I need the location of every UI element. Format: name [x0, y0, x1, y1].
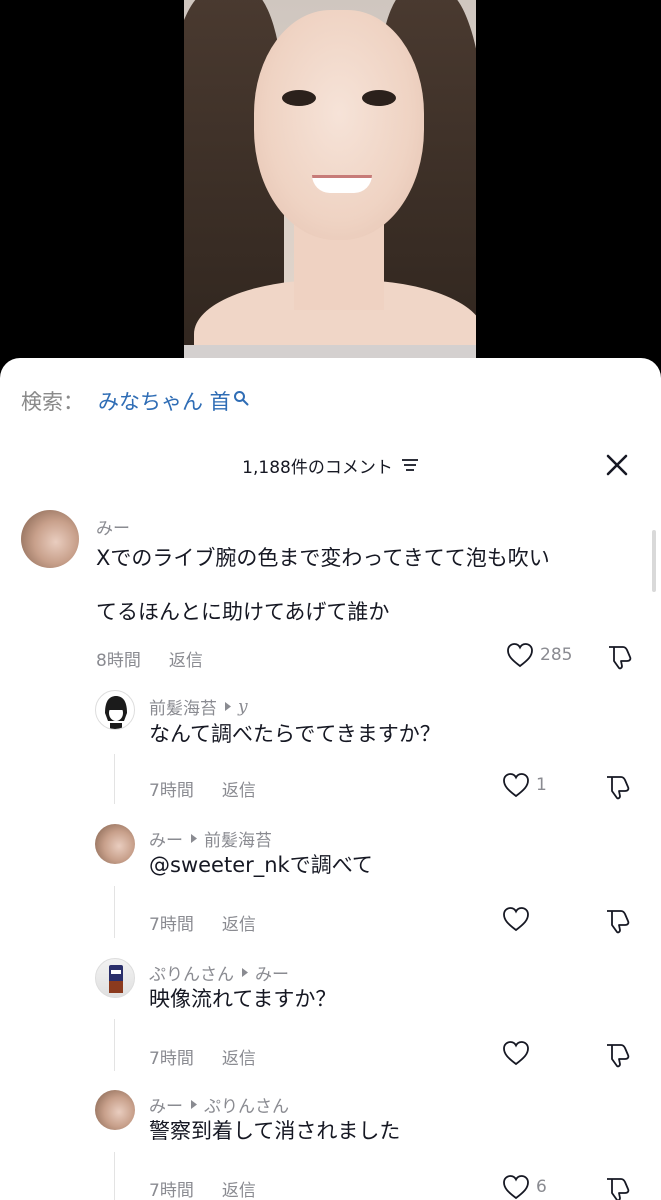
reply-meta: 7時間 返信	[149, 1044, 256, 1069]
heart-icon	[503, 1041, 529, 1066]
comments-header: 1,188件のコメント	[0, 450, 661, 480]
scrollbar[interactable]	[652, 530, 656, 592]
like-count: 6	[536, 1177, 547, 1197]
comment-time: 8時間	[96, 651, 141, 671]
reply-text: 映像流れてますか？	[149, 987, 337, 1011]
like-button[interactable]	[502, 1040, 530, 1066]
heart-icon	[503, 773, 529, 798]
comments-sheet: 検索： みなちゃん 首 1,188件のコメント みー Xでのライブ腕の色まで変わ…	[0, 358, 661, 1200]
comment-text: Xでのライブ腕の色まで変わってきてて泡も吹い	[96, 546, 550, 570]
video-face	[254, 10, 424, 240]
video-eye-left	[282, 90, 316, 106]
reply-text: 警察到着して消されました	[149, 1119, 401, 1143]
avatar[interactable]	[95, 824, 135, 864]
like-button[interactable]: 1	[502, 772, 547, 798]
like-count: 285	[540, 645, 573, 665]
thread-line	[114, 886, 115, 938]
reply-time: 7時間	[149, 915, 194, 935]
avatar[interactable]	[21, 510, 79, 568]
reply-button[interactable]: 返信	[222, 1044, 256, 1069]
dislike-icon[interactable]	[604, 773, 632, 801]
video-frame	[184, 0, 476, 380]
avatar[interactable]	[95, 958, 135, 998]
dislike-icon[interactable]	[604, 1041, 632, 1069]
reply-button[interactable]: 返信	[222, 1176, 256, 1200]
reply-button[interactable]: 返信	[169, 646, 203, 671]
avatar[interactable]	[95, 690, 135, 730]
like-count: 1	[536, 775, 547, 795]
heart-icon	[507, 643, 533, 668]
avatar-illustration	[105, 696, 127, 729]
avatar[interactable]	[95, 1090, 135, 1130]
search-suggestion[interactable]: 検索： みなちゃん 首	[21, 386, 249, 416]
reply-meta: 7時間 返信	[149, 910, 256, 935]
thread-line	[114, 1152, 115, 1200]
reply-meta: 7時間 返信	[149, 776, 256, 801]
video-mouth	[312, 175, 372, 193]
comments-count-title: 1,188件のコメント	[242, 457, 393, 478]
thread-line	[114, 754, 115, 804]
video-player[interactable]	[0, 0, 661, 380]
comment-text-continued: てるほんとに助けてあげて誰か	[96, 600, 390, 624]
avatar-illustration	[109, 965, 123, 993]
reply-meta: 7時間 返信	[149, 1176, 256, 1200]
like-button[interactable]: 6	[502, 1174, 547, 1200]
video-eye-right	[362, 90, 396, 106]
reply-time: 7時間	[149, 1181, 194, 1200]
search-label: 検索：	[21, 390, 84, 414]
close-icon[interactable]	[605, 453, 629, 477]
reply-time: 7時間	[149, 781, 194, 801]
like-button[interactable]: 285	[506, 642, 572, 668]
dislike-icon[interactable]	[604, 907, 632, 935]
search-term[interactable]: みなちゃん 首	[98, 386, 231, 416]
dislike-icon[interactable]	[604, 1175, 632, 1200]
heart-icon	[503, 1175, 529, 1200]
reply-button[interactable]: 返信	[222, 910, 256, 935]
reply-text: なんて調べたらでてきますか？	[149, 722, 441, 746]
reply-time: 7時間	[149, 1049, 194, 1069]
reply-button[interactable]: 返信	[222, 776, 256, 801]
heart-icon	[503, 907, 529, 932]
like-button[interactable]	[502, 906, 530, 932]
filter-icon[interactable]	[401, 458, 419, 472]
dislike-icon[interactable]	[606, 643, 634, 671]
thread-line	[114, 1019, 115, 1071]
reply-text: @sweeter_nkで調べて	[149, 853, 373, 877]
comment-meta: 8時間 返信	[96, 646, 203, 671]
search-icon[interactable]	[233, 390, 249, 406]
